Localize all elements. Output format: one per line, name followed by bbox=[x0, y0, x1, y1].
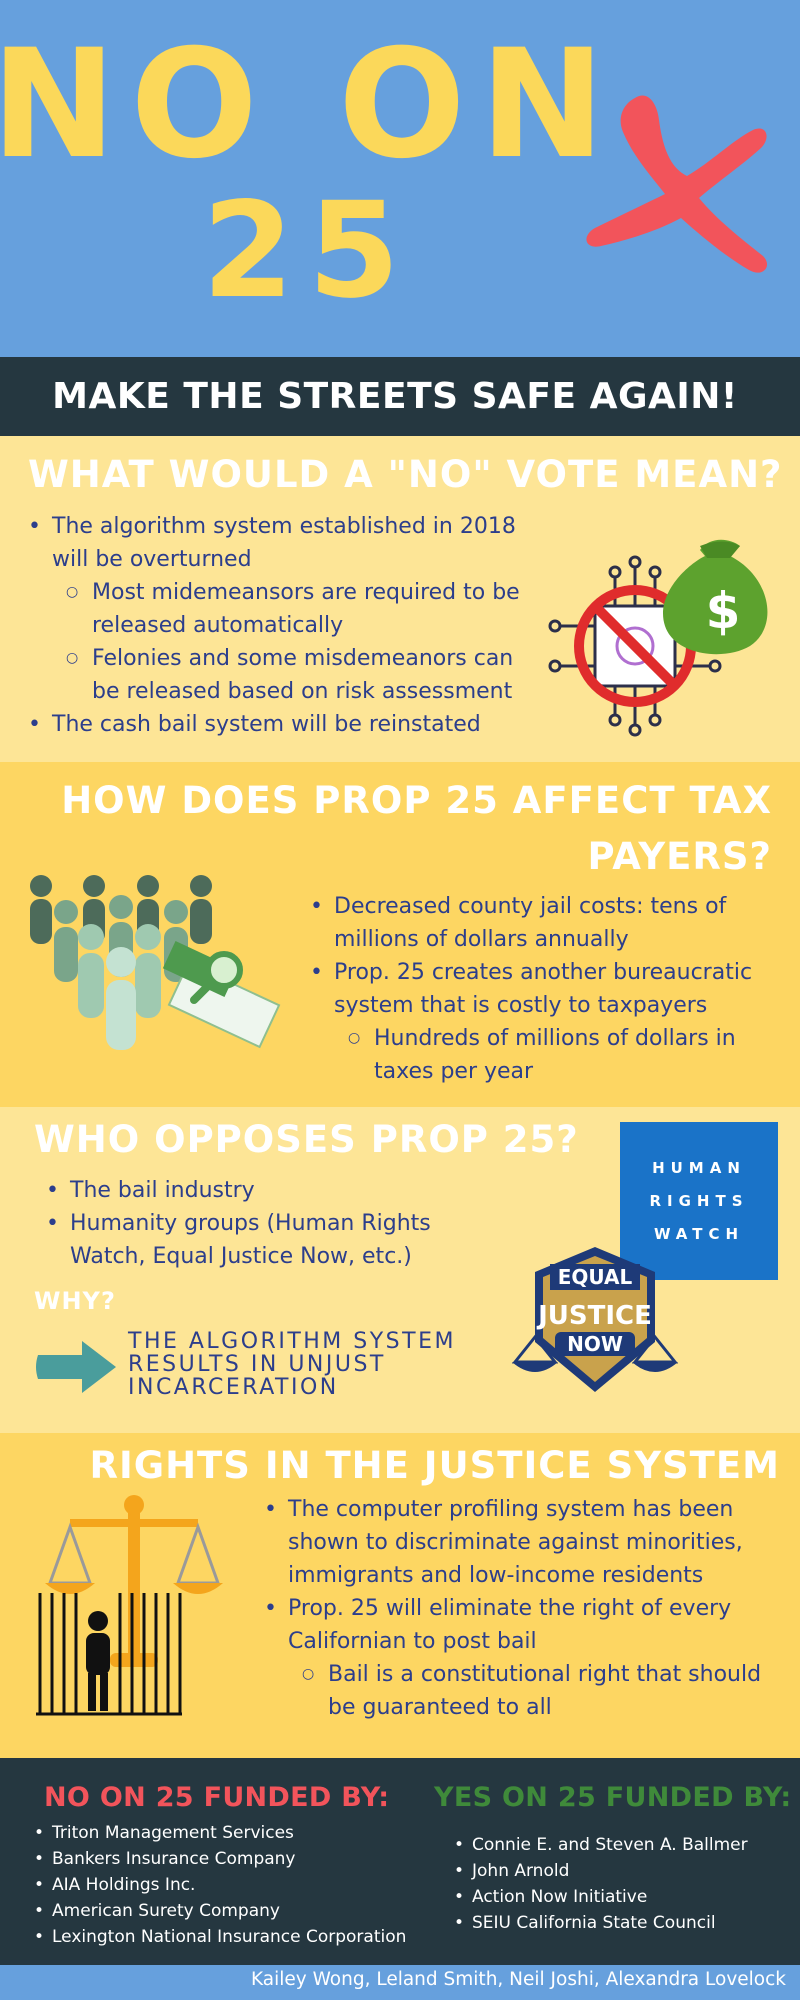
list-item: SEIU California State Council bbox=[452, 1910, 792, 1936]
svg-text:$: $ bbox=[706, 582, 741, 640]
why-label: WHY? bbox=[34, 1287, 116, 1315]
credits-footer: Kailey Wong, Leland Smith, Neil Joshi, A… bbox=[0, 1965, 800, 2000]
justice-rights-section: RIGHTS IN THE JUSTICE SYSTEM The compute… bbox=[0, 1433, 800, 1758]
list-item: The cash bail system will be reinstated bbox=[26, 708, 546, 741]
svg-text:JUSTICE: JUSTICE bbox=[536, 1301, 652, 1331]
no-vote-section: WHAT WOULD A "NO" VOTE MEAN? The algorit… bbox=[0, 436, 800, 762]
tax-heading-line2: PAYERS? bbox=[587, 835, 772, 878]
list-item: Prop. 25 creates another bureaucratic sy… bbox=[308, 956, 788, 1022]
tax-heading-line1: HOW DOES PROP 25 AFFECT TAX bbox=[61, 779, 772, 822]
credits-text: Kailey Wong, Leland Smith, Neil Joshi, A… bbox=[250, 1969, 786, 1990]
blocked-chip-icon: $ bbox=[548, 539, 768, 737]
equal-justice-now-logo: EQUAL JUSTICE NOW bbox=[511, 1247, 679, 1392]
svg-text:NOW: NOW bbox=[567, 1332, 623, 1356]
list-item: Decreased county jail costs: tens of mil… bbox=[308, 890, 788, 956]
list-item: AIA Holdings Inc. bbox=[32, 1872, 452, 1898]
list-item: Lexington National Insurance Corporation bbox=[32, 1924, 452, 1950]
hero-section: NO ON 25 bbox=[0, 0, 800, 357]
list-item: Triton Management Services bbox=[32, 1820, 452, 1846]
slogan-text: MAKE THE STREETS SAFE AGAIN! bbox=[52, 376, 738, 417]
list-item: Felonies and some misdemeanors can be re… bbox=[26, 642, 546, 708]
no-funders-list: Triton Management Services Bankers Insur… bbox=[32, 1820, 452, 1950]
list-item: Action Now Initiative bbox=[452, 1884, 792, 1910]
no-vote-list: The algorithm system established in 2018… bbox=[26, 510, 546, 741]
list-item: The bail industry bbox=[44, 1174, 484, 1207]
list-item: The algorithm system established in 2018… bbox=[26, 510, 546, 576]
tax-list: Decreased county jail costs: tens of mil… bbox=[308, 890, 788, 1088]
list-item: American Surety Company bbox=[32, 1898, 452, 1924]
no-vote-heading: WHAT WOULD A "NO" VOTE MEAN? bbox=[28, 453, 783, 496]
tax-payers-section: HOW DOES PROP 25 AFFECT TAX PAYERS? Decr… bbox=[0, 762, 800, 1107]
list-item: Humanity groups (Human Rights Watch, Equ… bbox=[44, 1207, 484, 1273]
opposition-heading: WHO OPPOSES PROP 25? bbox=[34, 1118, 579, 1161]
slogan-banner: MAKE THE STREETS SAFE AGAIN! bbox=[0, 357, 800, 436]
hero-title-line2: 25 bbox=[202, 174, 414, 328]
taxpayers-crowd-icon bbox=[30, 875, 281, 1050]
jail-scales-icon bbox=[36, 1495, 223, 1716]
opposition-list: The bail industry Humanity groups (Human… bbox=[44, 1174, 484, 1273]
why-text: THE ALGORITHM SYSTEM RESULTS IN UNJUST I… bbox=[128, 1329, 456, 1400]
opposition-section: WHO OPPOSES PROP 25? The bail industry H… bbox=[0, 1107, 800, 1433]
list-item: Hundreds of millions of dollars in taxes… bbox=[308, 1022, 788, 1088]
hero-title-line1: NO ON bbox=[0, 18, 620, 192]
yes-funders-heading: YES ON 25 FUNDED BY: bbox=[434, 1782, 792, 1813]
justice-list: The computer profiling system has been s… bbox=[262, 1493, 787, 1724]
yes-funders-list: Connie E. and Steven A. Ballmer John Arn… bbox=[452, 1832, 792, 1936]
x-mark-icon bbox=[586, 95, 768, 273]
list-item: Prop. 25 will eliminate the right of eve… bbox=[262, 1592, 787, 1658]
list-item: Bankers Insurance Company bbox=[32, 1846, 452, 1872]
list-item: Connie E. and Steven A. Ballmer bbox=[452, 1832, 792, 1858]
list-item: The computer profiling system has been s… bbox=[262, 1493, 787, 1592]
list-item: John Arnold bbox=[452, 1858, 792, 1884]
justice-heading: RIGHTS IN THE JUSTICE SYSTEM bbox=[89, 1444, 780, 1487]
list-item: Bail is a constitutional right that shou… bbox=[262, 1658, 787, 1724]
no-funders-heading: NO ON 25 FUNDED BY: bbox=[44, 1782, 390, 1813]
funding-section: NO ON 25 FUNDED BY: Triton Management Se… bbox=[0, 1758, 800, 1965]
arrow-right-icon bbox=[36, 1341, 116, 1393]
list-item: Most midemeansors are required to be rel… bbox=[26, 576, 546, 642]
svg-text:EQUAL: EQUAL bbox=[558, 1265, 633, 1289]
